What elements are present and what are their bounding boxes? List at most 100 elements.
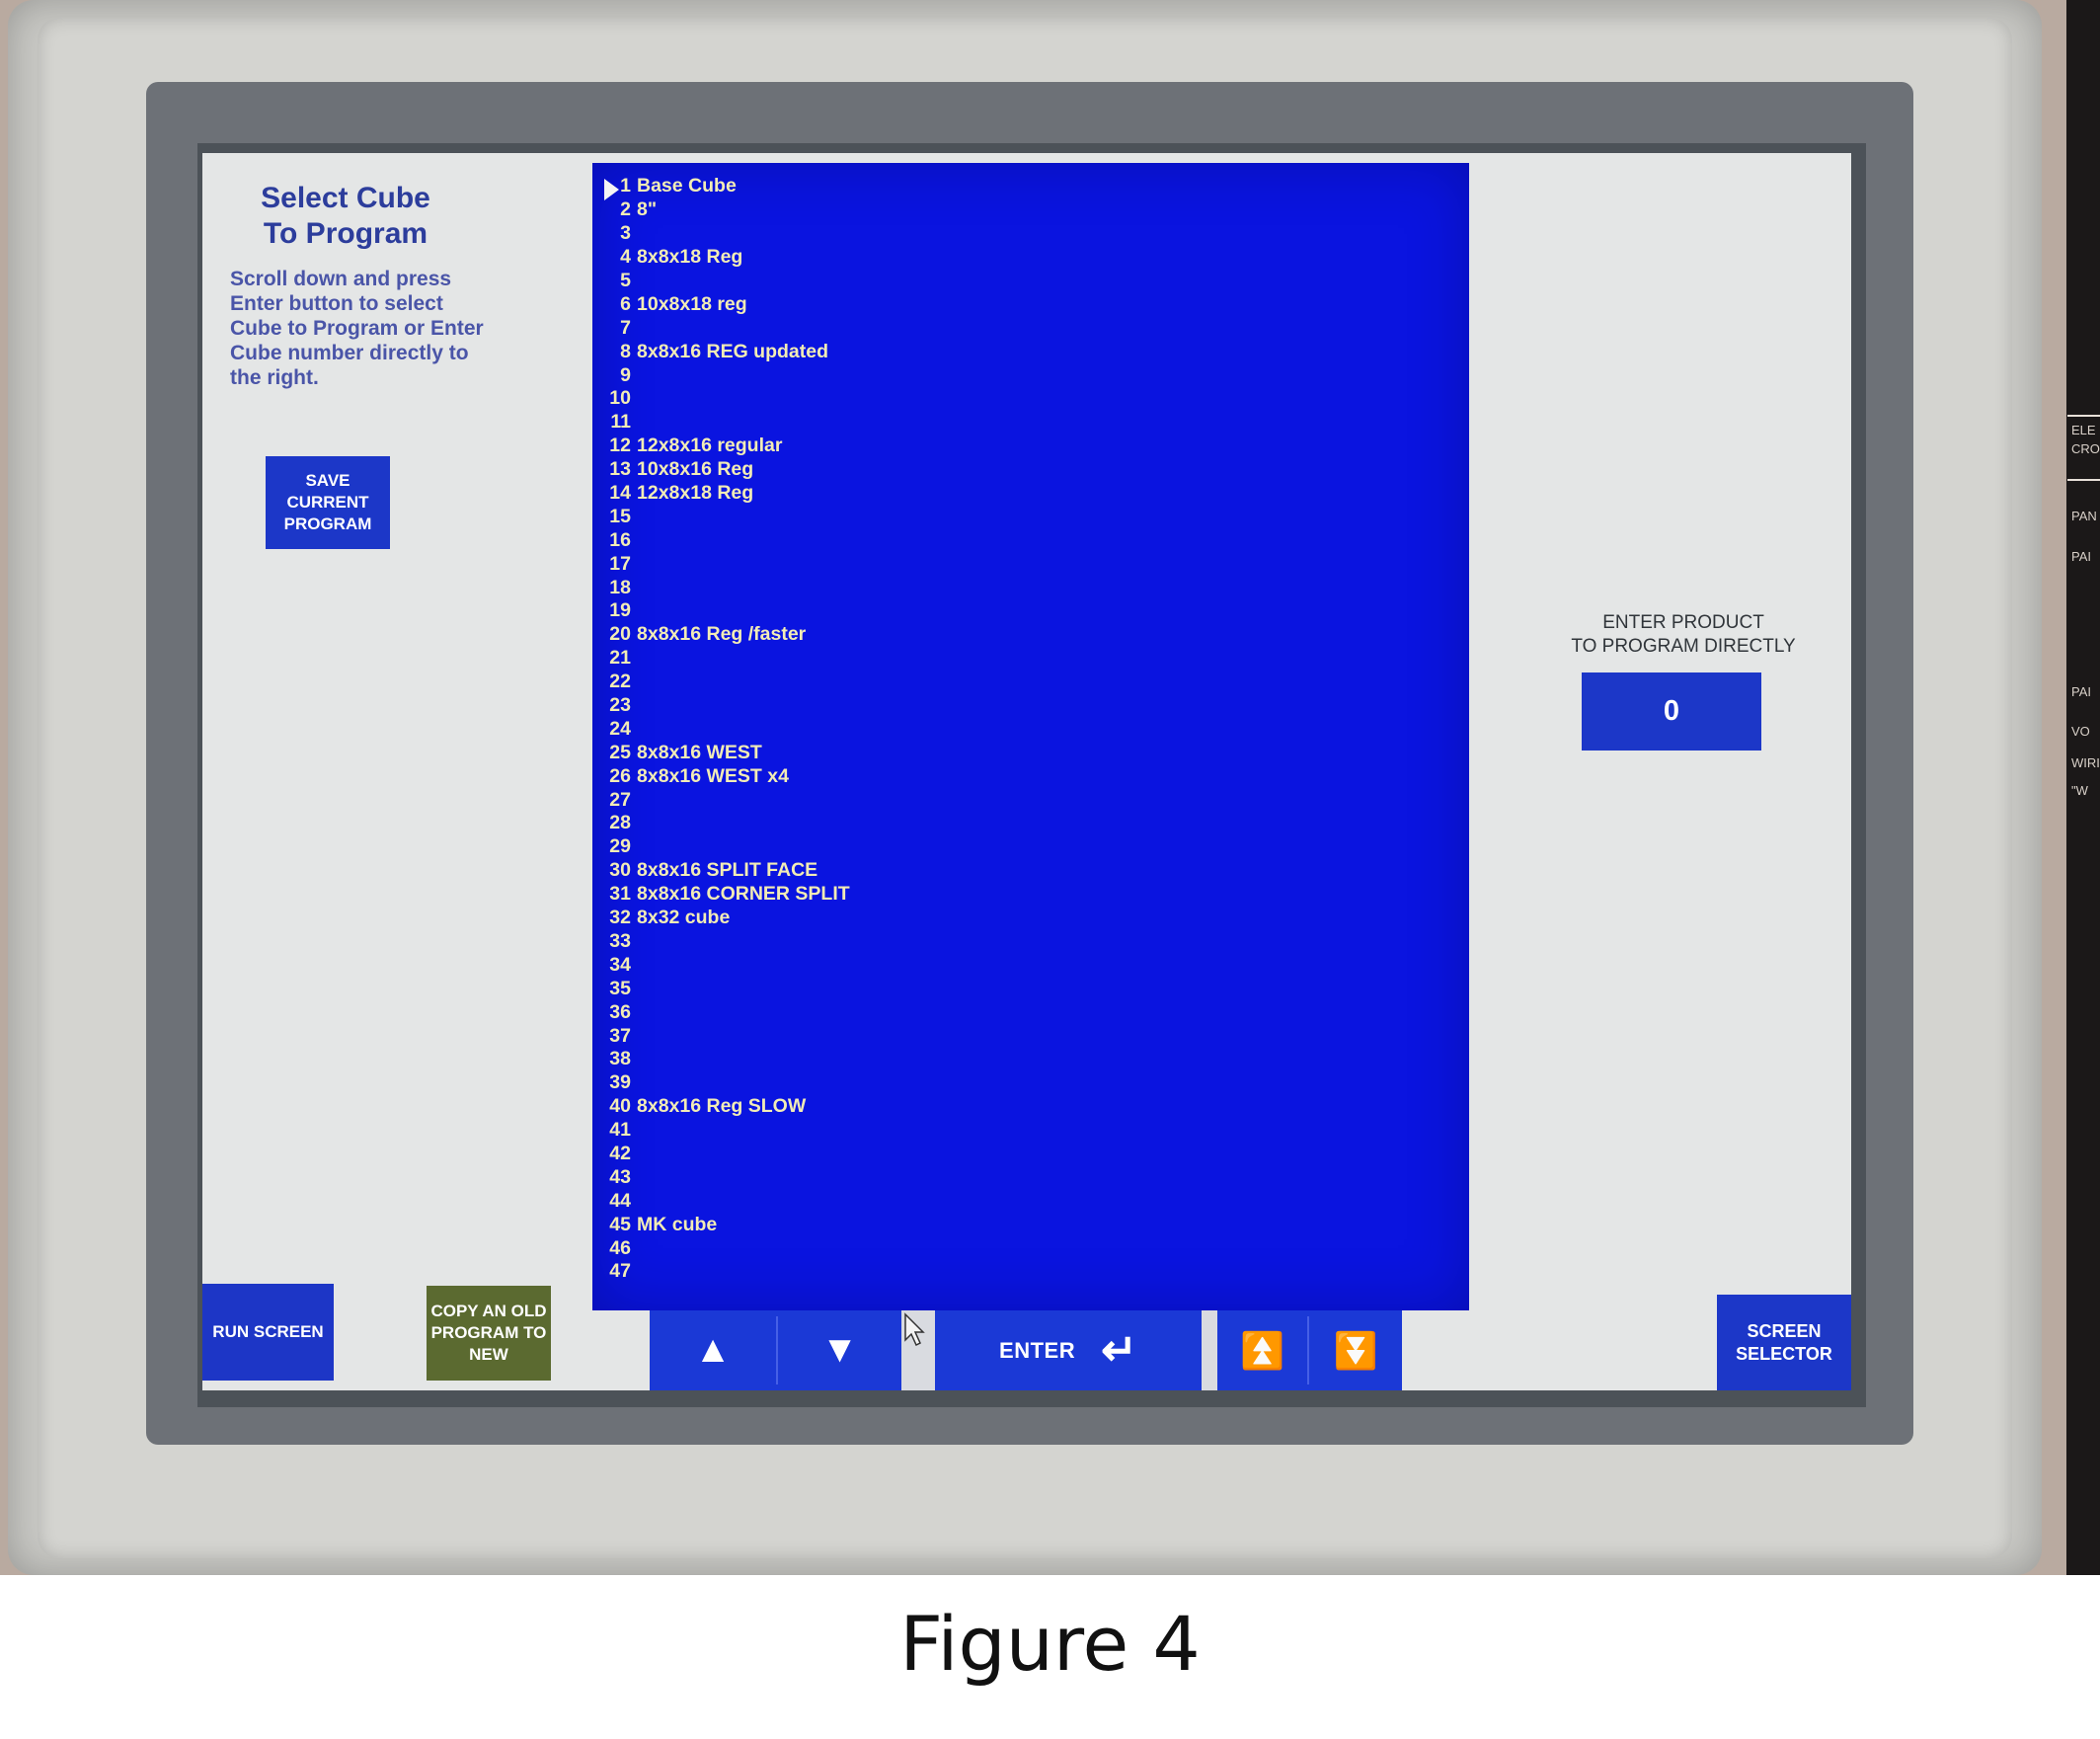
- program-list-item[interactable]: 43: [592, 1165, 1469, 1189]
- program-list-item[interactable]: 30 8x8x16 SPLIT FACE: [592, 859, 1469, 883]
- program-list-item[interactable]: 5: [592, 270, 1469, 293]
- side-panel-divider: [2067, 479, 2100, 481]
- program-list-item[interactable]: 31 8x8x16 CORNER SPLIT: [592, 883, 1469, 907]
- program-list-item[interactable]: 40 8x8x16 Reg SLOW: [592, 1095, 1469, 1119]
- program-list-item[interactable]: 20 8x8x16 Reg /faster: [592, 623, 1469, 647]
- program-number: 40: [609, 1095, 631, 1118]
- program-list-item[interactable]: 23: [592, 694, 1469, 718]
- program-number: 37: [609, 1024, 631, 1047]
- program-number: 16: [609, 528, 631, 551]
- program-number: 21: [609, 647, 631, 670]
- program-number: 8: [620, 340, 631, 362]
- program-number: 29: [609, 835, 631, 858]
- screen-selector-label: SCREEN SELECTOR: [1736, 1320, 1832, 1364]
- program-list-item[interactable]: 25 8x8x16 WEST: [592, 741, 1469, 764]
- program-number: 25: [609, 741, 631, 763]
- direct-entry-label-line: TO PROGRAM DIRECTLY: [1571, 636, 1796, 657]
- program-name: 12x8x16 regular: [637, 435, 783, 457]
- program-list-item[interactable]: 28: [592, 812, 1469, 835]
- program-list-item[interactable]: 17: [592, 552, 1469, 576]
- program-number: 14: [609, 482, 631, 505]
- program-name: 8x8x18 Reg: [637, 246, 743, 269]
- program-number: 4: [620, 246, 631, 269]
- program-number: 34: [609, 953, 631, 976]
- program-name: 12x8x18 Reg: [637, 482, 754, 505]
- program-list-item[interactable]: 37: [592, 1024, 1469, 1048]
- program-list-item[interactable]: 27: [592, 788, 1469, 812]
- copy-old-program-button[interactable]: COPY AN OLD PROGRAM TO NEW: [427, 1286, 551, 1381]
- page-down-button[interactable]: ⏬: [1309, 1310, 1402, 1390]
- program-number: 19: [609, 599, 631, 622]
- program-number: 22: [609, 671, 631, 693]
- page-up-button[interactable]: ⏫: [1217, 1310, 1307, 1390]
- save-current-program-button[interactable]: SAVE CURRENT PROGRAM: [266, 456, 390, 549]
- program-list-item[interactable]: 47: [592, 1260, 1469, 1284]
- program-list-item[interactable]: 41: [592, 1119, 1469, 1143]
- program-list-item[interactable]: 10: [592, 387, 1469, 411]
- program-list-item[interactable]: 32 8x32 cube: [592, 907, 1469, 930]
- program-number: 9: [620, 363, 631, 386]
- program-list-item[interactable]: 24: [592, 717, 1469, 741]
- enter-return-icon: ↵: [1101, 1326, 1137, 1375]
- program-list-item[interactable]: 33: [592, 930, 1469, 954]
- program-list[interactable]: 1 Base Cube 2 8" 3 4 8x8x18 Reg 5 6 10x8x18 reg 7 8…: [592, 163, 1469, 1310]
- program-number: 46: [609, 1236, 631, 1259]
- program-list-item[interactable]: 12 12x8x16 regular: [592, 435, 1469, 458]
- program-list-item[interactable]: 2 8": [592, 198, 1469, 222]
- program-list-item[interactable]: 22: [592, 671, 1469, 694]
- navigation-bar: ▲ ▼ ENTER ↵ ⏫ ⏬: [650, 1310, 1402, 1390]
- program-name: 8": [637, 198, 658, 221]
- screen-selector-button[interactable]: SCREEN SELECTOR: [1717, 1295, 1851, 1390]
- program-list-item[interactable]: 3: [592, 222, 1469, 246]
- program-list-item[interactable]: 4 8x8x18 Reg: [592, 246, 1469, 270]
- program-number: 28: [609, 812, 631, 834]
- program-number: 18: [609, 576, 631, 598]
- program-list-item[interactable]: 18: [592, 576, 1469, 599]
- help-text: Scroll down and press Enter button to se…: [230, 268, 484, 389]
- program-list-item[interactable]: 16: [592, 528, 1469, 552]
- program-list-item[interactable]: 39: [592, 1071, 1469, 1095]
- enter-button-label: ENTER: [999, 1337, 1076, 1363]
- program-list-item[interactable]: 8 8x8x16 REG updated: [592, 340, 1469, 363]
- program-list-item[interactable]: 36: [592, 1000, 1469, 1024]
- program-list-item[interactable]: 38: [592, 1048, 1469, 1071]
- program-list-item[interactable]: 7: [592, 316, 1469, 340]
- program-list-item[interactable]: 29: [592, 835, 1469, 859]
- save-button-label: SAVE CURRENT PROGRAM: [283, 471, 372, 533]
- program-list-item[interactable]: 35: [592, 977, 1469, 1000]
- down-arrow-icon: ▼: [820, 1329, 859, 1371]
- double-up-arrow-icon: ⏫: [1240, 1329, 1284, 1371]
- program-list-item[interactable]: 15: [592, 505, 1469, 528]
- product-number-input[interactable]: 0: [1582, 672, 1761, 751]
- program-list-item[interactable]: 1 Base Cube: [592, 175, 1469, 198]
- enter-button[interactable]: ENTER ↵: [935, 1310, 1202, 1390]
- program-list-item[interactable]: 19: [592, 599, 1469, 623]
- side-panel-label: PAI: [2071, 684, 2091, 699]
- run-screen-label: RUN SCREEN: [212, 1322, 324, 1341]
- program-list-item[interactable]: 9: [592, 363, 1469, 387]
- program-name: 8x8x16 WEST: [637, 741, 762, 763]
- program-list-item[interactable]: 34: [592, 953, 1469, 977]
- program-list-item[interactable]: 13 10x8x16 Reg: [592, 458, 1469, 482]
- program-list-item[interactable]: 21: [592, 647, 1469, 671]
- program-list-item[interactable]: 26 8x8x16 WEST x4: [592, 764, 1469, 788]
- run-screen-button[interactable]: RUN SCREEN: [202, 1284, 334, 1381]
- nav-gap: [1202, 1310, 1217, 1390]
- double-down-arrow-icon: ⏬: [1333, 1329, 1378, 1371]
- program-list-item[interactable]: 45 MK cube: [592, 1213, 1469, 1236]
- program-list-item[interactable]: 42: [592, 1143, 1469, 1166]
- program-list-item[interactable]: 44: [592, 1189, 1469, 1213]
- program-number: 7: [620, 316, 631, 339]
- program-name: Base Cube: [637, 175, 737, 198]
- scroll-up-button[interactable]: ▲: [650, 1310, 776, 1390]
- scroll-down-button[interactable]: ▼: [778, 1310, 901, 1390]
- program-number: 31: [609, 883, 631, 906]
- program-number: 41: [609, 1119, 631, 1142]
- program-number: 20: [609, 623, 631, 646]
- page-title-line: To Program: [263, 217, 428, 250]
- program-list-item[interactable]: 6 10x8x18 reg: [592, 292, 1469, 316]
- program-list-item[interactable]: 11: [592, 411, 1469, 435]
- side-panel-label: PAN: [2071, 509, 2097, 523]
- program-list-item[interactable]: 46: [592, 1236, 1469, 1260]
- program-list-item[interactable]: 14 12x8x18 Reg: [592, 482, 1469, 506]
